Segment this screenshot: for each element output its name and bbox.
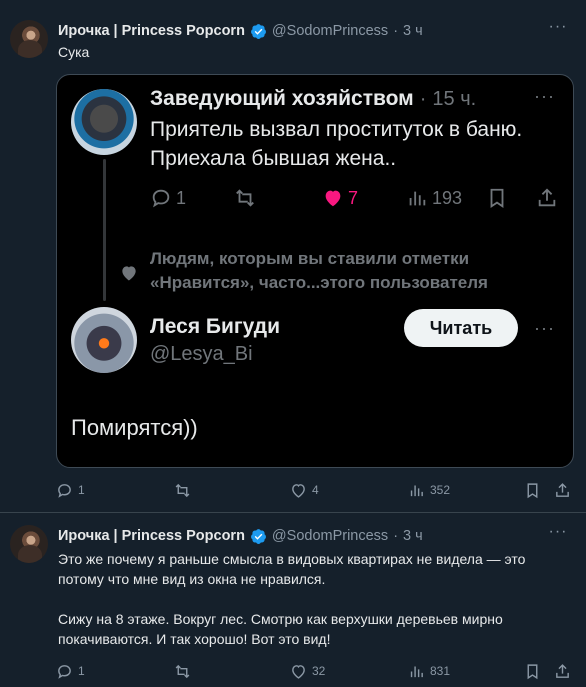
- heart-filled-icon: [325, 190, 341, 207]
- reply-icon: [58, 483, 71, 498]
- card-timestamp: 15 ч.: [432, 87, 477, 110]
- share-icon: [538, 188, 556, 207]
- views-icon: [410, 485, 423, 496]
- more-options-icon[interactable]: ···: [548, 19, 568, 40]
- share-button[interactable]: [554, 480, 571, 500]
- bookmark-button[interactable]: [524, 661, 541, 681]
- avatar: [71, 307, 137, 373]
- tweet-header: Ирочка | Princess Popcorn @SodomPrincess…: [58, 21, 423, 41]
- view-count: 831: [430, 664, 451, 678]
- follow-button: Читать: [404, 309, 518, 347]
- suggested-user-handle: @Lesya_Bi: [150, 343, 253, 365]
- more-options-icon[interactable]: ···: [548, 524, 568, 545]
- card-views: 193: [406, 185, 462, 211]
- card-text: Приятель вызвал проституток в баню. Прие…: [150, 118, 523, 170]
- bookmark-icon: [527, 663, 538, 679]
- views-icon: [410, 666, 423, 677]
- separator-dot: ·: [419, 87, 427, 110]
- separator-dot: ·: [393, 528, 399, 544]
- verified-badge-icon: [250, 23, 266, 39]
- views-icon: [409, 191, 426, 206]
- timestamp[interactable]: 3 ч: [403, 23, 423, 39]
- like-button[interactable]: 32: [290, 661, 325, 681]
- tweet-text: Это же почему я раньше смысла в видовых …: [58, 551, 526, 647]
- author-name[interactable]: Ирочка | Princess Popcorn: [58, 23, 245, 39]
- card-like-count: 7: [348, 187, 359, 208]
- avatar[interactable]: [10, 20, 48, 58]
- retweet-icon: [175, 483, 190, 497]
- reply-icon: [58, 664, 71, 679]
- reply-count: 1: [78, 664, 85, 678]
- tweet-text: Сука: [58, 44, 90, 60]
- share-icon: [556, 663, 569, 678]
- embedded-image-card[interactable]: Заведующий хозяйством · 15 ч. ··· Прияте…: [56, 74, 574, 468]
- timestamp[interactable]: 3 ч: [403, 528, 423, 544]
- card-reply-count: 1: [176, 187, 187, 208]
- views-button[interactable]: 352: [408, 480, 450, 500]
- separator-dot: ·: [393, 23, 399, 39]
- heart-icon: [122, 266, 136, 281]
- tweet-action-bar: 1 32 831: [56, 661, 576, 681]
- suggested-user-name: Леся Бигуди: [150, 315, 281, 338]
- like-button[interactable]: 4: [290, 480, 319, 500]
- suggestion-text: Людям, которым вы ставили отметки «Нрави…: [150, 249, 488, 292]
- bookmark-icon: [527, 482, 538, 498]
- tweet-action-bar: 1 4 352: [56, 480, 576, 500]
- tweet[interactable]: Ирочка | Princess Popcorn @SodomPrincess…: [0, 512, 586, 687]
- retweet-icon: [236, 189, 254, 207]
- avatar[interactable]: [10, 525, 48, 563]
- share-button[interactable]: [554, 661, 571, 681]
- card-view-count: 193: [432, 187, 463, 208]
- card-reply: 1: [150, 185, 186, 211]
- avatar: [71, 89, 137, 155]
- reply-count: 1: [78, 483, 85, 497]
- card-bookmark: [486, 185, 508, 211]
- retweet-icon: [175, 664, 190, 678]
- card-action-bar: 1 7 193: [150, 185, 560, 211]
- reply-button[interactable]: 1: [56, 661, 85, 681]
- more-options-icon: ···: [534, 318, 555, 338]
- tweet[interactable]: Ирочка | Princess Popcorn @SodomPrincess…: [0, 0, 586, 512]
- view-count: 352: [430, 483, 451, 497]
- author-name[interactable]: Ирочка | Princess Popcorn: [58, 528, 245, 544]
- card-header: Заведующий хозяйством · 15 ч.: [150, 85, 476, 113]
- more-options-icon: ···: [534, 86, 555, 106]
- reply-button[interactable]: 1: [56, 480, 85, 500]
- bookmark-icon: [490, 188, 504, 208]
- author-handle[interactable]: @SodomPrincess: [272, 23, 388, 39]
- card-author-name: Заведующий хозяйством: [150, 87, 414, 110]
- heart-icon: [292, 483, 305, 498]
- card-share: [536, 185, 558, 211]
- like-count: 4: [312, 483, 319, 497]
- views-button[interactable]: 831: [408, 661, 450, 681]
- suggestion-notice: Людям, которым вы ставили отметки «Нрави…: [57, 247, 573, 299]
- card-reply-text: Помирятся)): [71, 415, 198, 440]
- tweet-header: Ирочка | Princess Popcorn @SodomPrincess…: [58, 526, 423, 546]
- like-count: 32: [312, 664, 326, 678]
- retweet-button[interactable]: [174, 480, 191, 500]
- share-icon: [556, 482, 569, 497]
- author-handle[interactable]: @SodomPrincess: [272, 528, 388, 544]
- card-retweet: [234, 185, 256, 211]
- heart-icon: [292, 664, 305, 679]
- reply-icon: [152, 189, 170, 208]
- verified-badge-icon: [250, 528, 266, 544]
- bookmark-button[interactable]: [524, 480, 541, 500]
- card-like: 7: [322, 185, 358, 211]
- retweet-button[interactable]: [174, 661, 191, 681]
